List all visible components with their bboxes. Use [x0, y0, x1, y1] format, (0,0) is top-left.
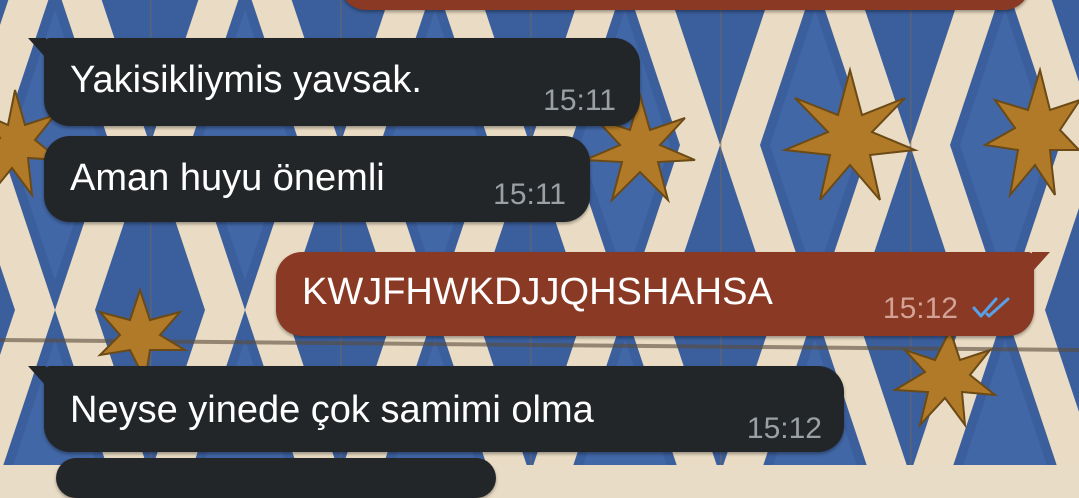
next-message-bubble[interactable]: [56, 458, 496, 498]
message-text: Aman huyu önemli: [70, 157, 385, 199]
message-text: KWJFHWKDJJQHSHAHSA: [302, 271, 773, 313]
message-time: 15:11: [543, 84, 616, 117]
bubble-tail: [1032, 252, 1050, 272]
message-bubble-incoming[interactable]: Aman huyu önemli 15:11: [44, 136, 590, 222]
message-bubble-outgoing[interactable]: KWJFHWKDJJQHSHAHSA 15:12: [276, 252, 1050, 336]
previous-message-bubble[interactable]: [340, 0, 1030, 10]
message-text: Yakisikliymis yavsak.: [70, 59, 422, 101]
bubble-tail: [28, 38, 46, 58]
message-text: Neyse yinede çok samimi olma: [70, 389, 594, 431]
message-time: 15:12: [746, 412, 822, 445]
bubble-tail: [28, 366, 46, 386]
message-time: 15:11: [493, 178, 566, 211]
message-bubble-incoming[interactable]: Yakisikliymis yavsak. 15:11: [28, 38, 640, 126]
read-double-check-icon: [972, 297, 1010, 318]
message-bubble-incoming[interactable]: Neyse yinede çok samimi olma 15:12: [28, 366, 844, 452]
message-time: 15:12: [882, 292, 958, 325]
